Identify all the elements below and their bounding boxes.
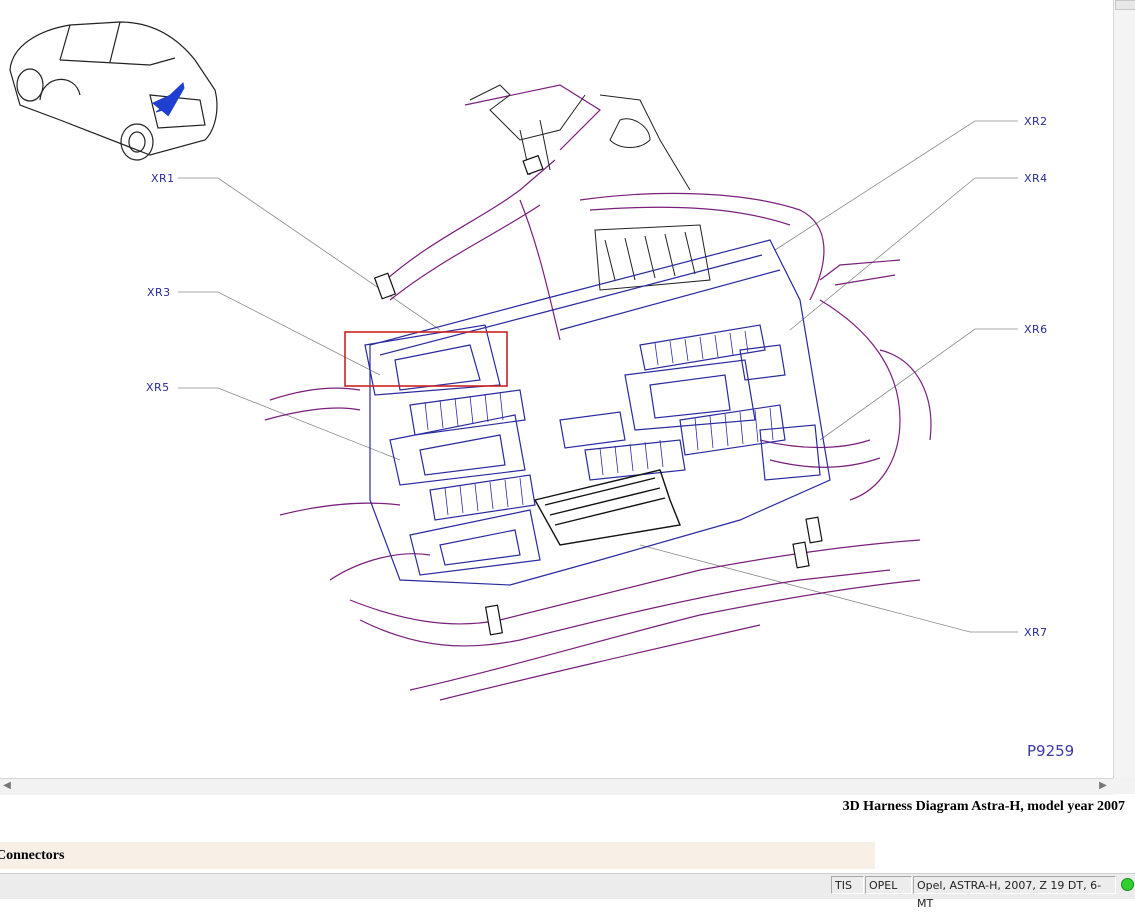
callout-xr3[interactable]: XR3 — [147, 286, 171, 299]
horizontal-scrollbar[interactable]: ◀ ▶ — [0, 778, 1113, 795]
cable-clips — [373, 154, 823, 636]
arrow-right-icon[interactable]: ▶ — [1096, 779, 1110, 793]
scroll-corner — [1113, 778, 1135, 794]
highlight-box — [344, 331, 508, 387]
section-header: Connectors — [0, 842, 875, 869]
status-led-icon — [1121, 878, 1134, 891]
section-title: Connectors — [0, 848, 65, 863]
diagram-caption: 3D Harness Diagram Astra-H, model year 2… — [842, 799, 1125, 814]
diagram-viewer[interactable]: XR1 XR2 XR3 XR4 XR5 XR6 XR7 P9259 — [0, 0, 1113, 778]
harness-wires — [264, 84, 932, 701]
status-app: TIS — [831, 876, 864, 894]
car-locator-icon — [9, 21, 218, 161]
fuse-box — [364, 239, 831, 586]
callout-xr1[interactable]: XR1 — [151, 172, 175, 185]
status-vehicle: Opel, ASTRA-H, 2007, Z 19 DT, 6-MT — [913, 876, 1116, 910]
callout-xr4[interactable]: XR4 — [1024, 172, 1048, 185]
vertical-scrollbar[interactable] — [1113, 0, 1135, 778]
callout-xr5[interactable]: XR5 — [146, 381, 170, 394]
callout-xr6[interactable]: XR6 — [1024, 323, 1048, 336]
engine-parts — [469, 84, 711, 291]
arrow-left-icon[interactable]: ◀ — [0, 779, 14, 793]
relay-block — [533, 469, 681, 546]
arrow-locator — [152, 82, 185, 117]
status-bar: TIS OPEL Opel, ASTRA-H, 2007, Z 19 DT, 6… — [0, 873, 1135, 910]
status-make: OPEL — [865, 876, 912, 894]
scroll-thumb[interactable] — [1115, 0, 1135, 10]
picture-number: P9259 — [1027, 742, 1075, 760]
callout-xr7[interactable]: XR7 — [1024, 626, 1048, 639]
callout-xr2[interactable]: XR2 — [1024, 115, 1048, 128]
